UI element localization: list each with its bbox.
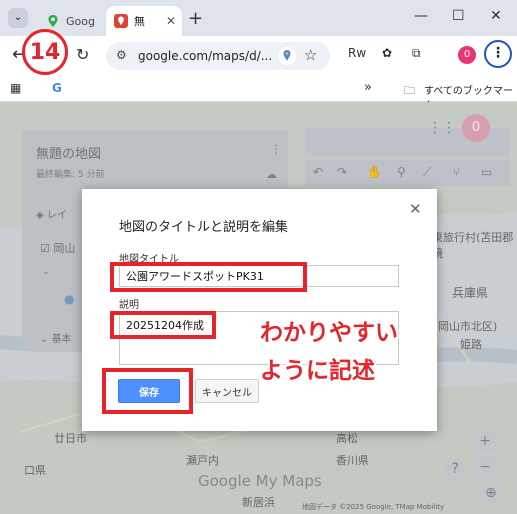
bookmark-star-icon[interactable]: ☆ bbox=[304, 46, 317, 64]
callout-line-2: ように記述 bbox=[260, 358, 375, 384]
browser-tab-bar: ⌄ Goog 無 ✕ + — ☐ ✕ bbox=[0, 0, 517, 36]
browser-menu-icon[interactable]: ⋮ bbox=[484, 40, 512, 68]
instruction-callout: わかりやすい ように記述 bbox=[260, 314, 398, 390]
callout-line-1: わかりやすい bbox=[260, 320, 398, 346]
tab-search-icon[interactable]: ⌄ bbox=[8, 8, 28, 28]
window-close-icon[interactable]: ✕ bbox=[490, 8, 502, 24]
mymaps-favicon-icon bbox=[114, 14, 128, 28]
url-text[interactable]: google.com/maps/d/... bbox=[138, 49, 272, 63]
dialog-title: 地図のタイトルと説明を編集 bbox=[119, 220, 289, 235]
maps-app-icon[interactable] bbox=[278, 47, 296, 65]
minimize-icon[interactable]: — bbox=[414, 8, 428, 24]
edit-title-dialog: 地図のタイトルと説明を編集 ✕ 地図タイトル 説明 20251204作成 保存 … bbox=[82, 189, 437, 431]
google-maps-favicon-icon bbox=[48, 15, 58, 27]
reload-icon[interactable]: ↻ bbox=[76, 45, 89, 64]
extensions-puzzle-icon[interactable]: ⧉ bbox=[412, 46, 421, 61]
close-icon[interactable]: ✕ bbox=[409, 200, 422, 218]
maximize-icon[interactable]: ☐ bbox=[452, 8, 465, 24]
cancel-button[interactable]: キャンセル bbox=[195, 379, 259, 403]
apps-grid-icon[interactable]: ▦ bbox=[10, 81, 21, 95]
bookmarks-more-button[interactable]: » bbox=[364, 80, 372, 95]
step-number-badge: 14 bbox=[22, 29, 68, 75]
map-title-label: 地図タイトル bbox=[119, 254, 179, 265]
map-title-input[interactable] bbox=[119, 265, 399, 287]
google-bookmark-icon[interactable]: G bbox=[52, 81, 62, 95]
address-bar[interactable]: ⚙ google.com/maps/d/... ☆ bbox=[106, 42, 330, 70]
profile-avatar[interactable]: 0 bbox=[458, 46, 476, 64]
tab-close-icon[interactable]: ✕ bbox=[166, 14, 176, 28]
extension-rw-icon[interactable]: Rw bbox=[348, 46, 366, 60]
bookmarks-bar: ▦ G » 🗀 すべてのブックマーク bbox=[0, 76, 517, 112]
tab-mymaps-active[interactable]: 無 ✕ bbox=[106, 6, 182, 36]
description-label: 説明 bbox=[119, 300, 139, 311]
tab-label: 無 bbox=[134, 15, 145, 28]
tab-label: Goog bbox=[66, 14, 95, 28]
save-button[interactable]: 保存 bbox=[118, 379, 180, 403]
site-info-icon[interactable]: ⚙ bbox=[116, 48, 127, 62]
folder-icon: 🗀 bbox=[404, 84, 415, 97]
extension-icon[interactable]: ✿ bbox=[382, 46, 392, 60]
new-tab-button[interactable]: + bbox=[188, 8, 203, 29]
